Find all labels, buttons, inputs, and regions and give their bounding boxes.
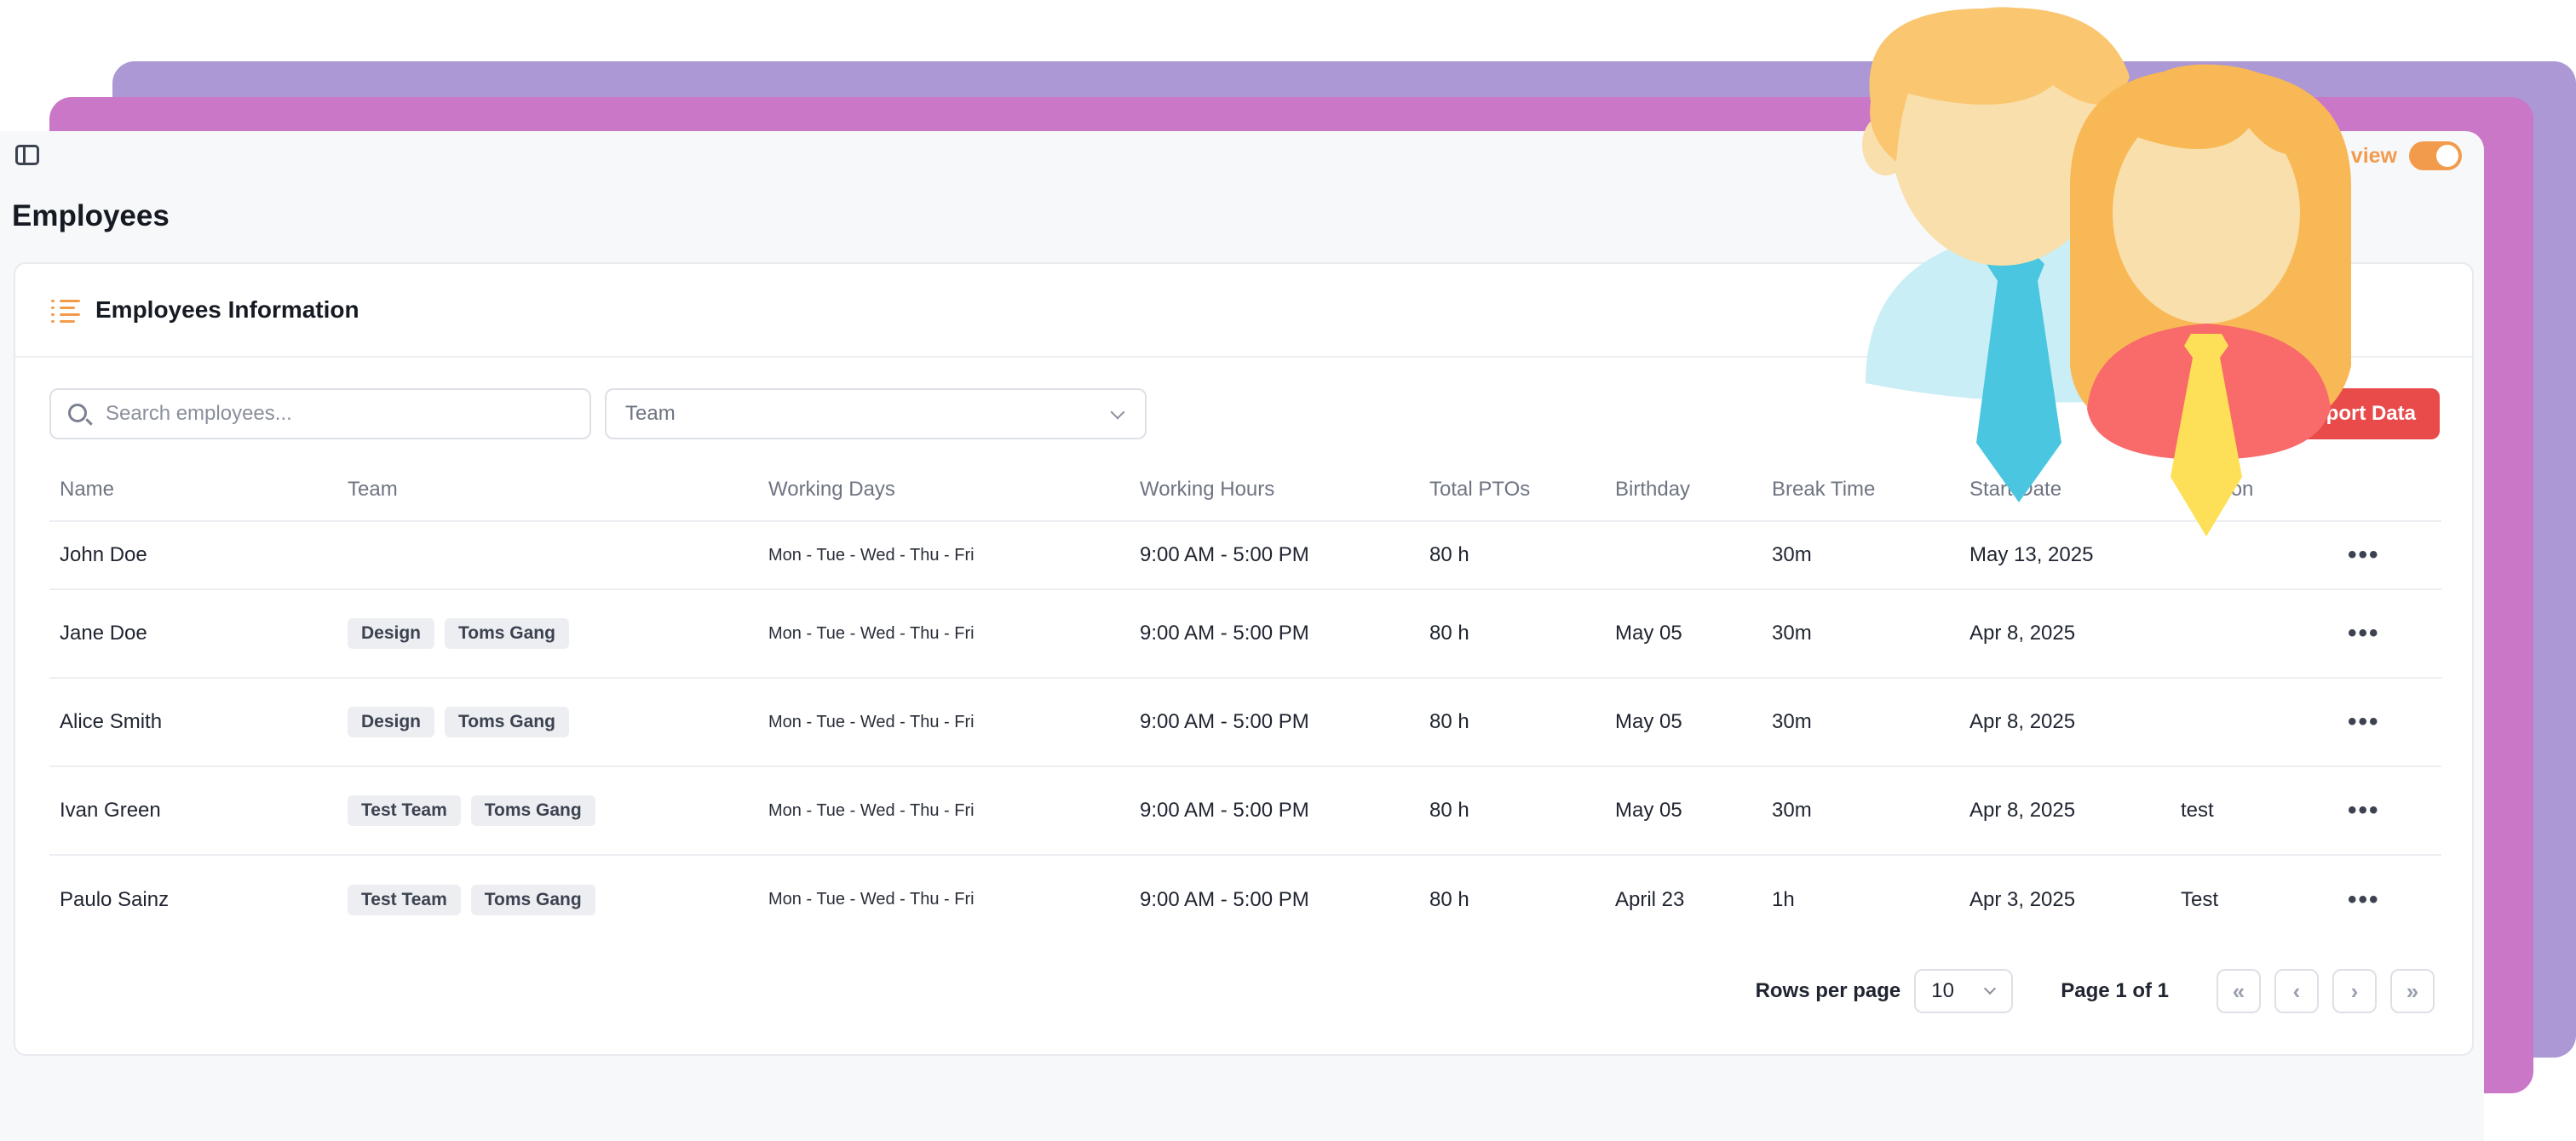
table-row[interactable]: Jane Doe Design Toms Gang Mon - Tue - Wed -…	[49, 589, 2441, 679]
cell-actions: •••	[2337, 766, 2441, 856]
table-row[interactable]: Alice Smith Design Toms Gang Mon - Tue - We…	[49, 678, 2441, 767]
cell-team: Design Toms Gang	[337, 678, 758, 767]
list-icon	[51, 298, 80, 323]
column-header-name[interactable]: Name	[49, 458, 337, 522]
table-body: John Doe Mon - Tue - Wed - Thu - Fri 9:00 …	[49, 521, 2441, 943]
cell-name: Jane Doe	[49, 589, 337, 679]
cell-total-ptos: 80 h	[1419, 766, 1605, 856]
cell-total-ptos: 80 h	[1429, 887, 1469, 911]
cell-name: Ivan Green	[49, 766, 337, 856]
table-row[interactable]: Paulo Sainz Test Team Toms Gang Mon - Tue -…	[49, 855, 2441, 943]
cell-break-time: 30m	[1762, 766, 1959, 856]
table-row[interactable]: Ivan Green Test Team Toms Gang Mon - Tue - …	[49, 766, 2441, 856]
cell-position: Test	[2181, 887, 2219, 911]
cell-working-days: Mon - Tue - Wed - Thu - Fri	[758, 766, 1130, 856]
cell-birthday	[1605, 521, 1762, 590]
column-header-working-days[interactable]: Working Days	[758, 458, 1130, 522]
stage: view Employees Employees Information Tea…	[0, 0, 2576, 1141]
page-info: Page 1 of 1	[2061, 979, 2169, 1002]
cell-team	[337, 521, 758, 590]
cell-start-date: Apr 8, 2025	[1959, 589, 2171, 679]
column-header-team[interactable]: Team	[337, 458, 758, 522]
cell-start-date: Apr 3, 2025	[1969, 887, 2076, 911]
cell-actions: •••	[2337, 855, 2441, 943]
cell-working-hours: 9:00 AM - 5:00 PM	[1130, 521, 1419, 590]
cell-actions: •••	[2337, 589, 2441, 679]
cell-break-time: 30m	[1762, 678, 1959, 767]
last-page-button[interactable]: »	[2390, 969, 2435, 1013]
cell-working-days: Mon - Tue - Wed - Thu - Fri	[768, 890, 975, 909]
previous-page-button[interactable]: ‹	[2274, 969, 2319, 1013]
more-options-icon[interactable]: •••	[2348, 886, 2380, 914]
team-filter-select[interactable]: Team	[605, 388, 1147, 439]
team-tag: Design	[348, 618, 435, 649]
cell-total-ptos: 80 h	[1419, 521, 1605, 590]
search-icon	[68, 404, 87, 422]
more-options-icon[interactable]: •••	[2348, 619, 2380, 647]
cell-team: Test Team Toms Gang	[337, 766, 758, 856]
cell-team: Test Team Toms Gang	[337, 855, 758, 943]
cell-working-days: Mon - Tue - Wed - Thu - Fri	[758, 521, 1130, 590]
cell-team: Design Toms Gang	[337, 589, 758, 679]
search-field[interactable]	[49, 388, 591, 439]
cell-working-hours: 9:00 AM - 5:00 PM	[1130, 589, 1419, 679]
cell-name: John Doe	[49, 521, 337, 590]
team-tag: Toms Gang	[445, 618, 569, 649]
column-header-total-ptos[interactable]: Total PTOs	[1419, 458, 1605, 522]
cell-position: test	[2171, 766, 2337, 856]
team-tag: Design	[348, 707, 435, 737]
panel-title: Employees Information	[95, 296, 359, 323]
rows-per-page-label: Rows per page	[1755, 979, 1901, 1002]
sidebar-toggle-icon[interactable]	[15, 145, 39, 165]
cell-start-date: Apr 8, 2025	[1959, 766, 2171, 856]
cell-working-days: Mon - Tue - Wed - Thu - Fri	[758, 589, 1130, 679]
female-avatar-icon	[2070, 64, 2351, 536]
cell-birthday: May 05	[1605, 766, 1762, 856]
cell-position	[2171, 589, 2337, 679]
team-tag: Test Team	[348, 795, 461, 826]
cell-break-time: 1h	[1772, 887, 1795, 911]
next-page-button[interactable]: ›	[2332, 969, 2377, 1013]
team-tag: Toms Gang	[470, 795, 595, 826]
team-tag: Toms Gang	[470, 884, 595, 915]
team-tag: Toms Gang	[445, 707, 569, 737]
cell-total-ptos: 80 h	[1419, 589, 1605, 679]
cell-working-days: Mon - Tue - Wed - Thu - Fri	[758, 678, 1130, 767]
team-people-illustration	[1862, 7, 2351, 536]
cell-name: Alice Smith	[49, 678, 337, 767]
cell-birthday: May 05	[1605, 589, 1762, 679]
cell-working-hours: 9:00 AM - 5:00 PM	[1130, 766, 1419, 856]
cell-break-time: 30m	[1762, 589, 1959, 679]
more-options-icon[interactable]: •••	[2348, 708, 2380, 736]
cell-working-hours: 9:00 AM - 5:00 PM	[1130, 678, 1419, 767]
team-filter-value: Team	[625, 402, 676, 425]
rows-per-page-select[interactable]: 10	[1914, 969, 2014, 1013]
more-options-icon[interactable]: •••	[2348, 796, 2380, 824]
first-page-button[interactable]: «	[2217, 969, 2261, 1013]
cell-name: Paulo Sainz	[60, 887, 170, 911]
pagination: Rows per page 10 Page 1 of 1 « ‹ › »	[1756, 969, 2435, 1013]
chevron-down-icon	[1110, 404, 1125, 420]
cell-actions: •••	[2337, 678, 2441, 767]
search-input[interactable]	[106, 402, 589, 426]
cell-start-date: Apr 8, 2025	[1959, 678, 2171, 767]
chevron-down-icon	[1984, 982, 1997, 995]
cell-position	[2171, 678, 2337, 767]
column-header-working-hours[interactable]: Working Hours	[1130, 458, 1419, 522]
rows-per-page-value: 10	[1931, 979, 1954, 1002]
cell-total-ptos: 80 h	[1419, 678, 1605, 767]
cell-birthday: May 05	[1605, 678, 1762, 767]
cell-working-hours: 9:00 AM - 5:00 PM	[1140, 887, 1309, 911]
page-title: Employees	[12, 199, 170, 232]
view-toggle-switch[interactable]	[2409, 141, 2462, 170]
column-header-birthday[interactable]: Birthday	[1605, 458, 1762, 522]
cell-birthday: April 23	[1615, 887, 1685, 911]
team-tag: Test Team	[348, 884, 461, 915]
